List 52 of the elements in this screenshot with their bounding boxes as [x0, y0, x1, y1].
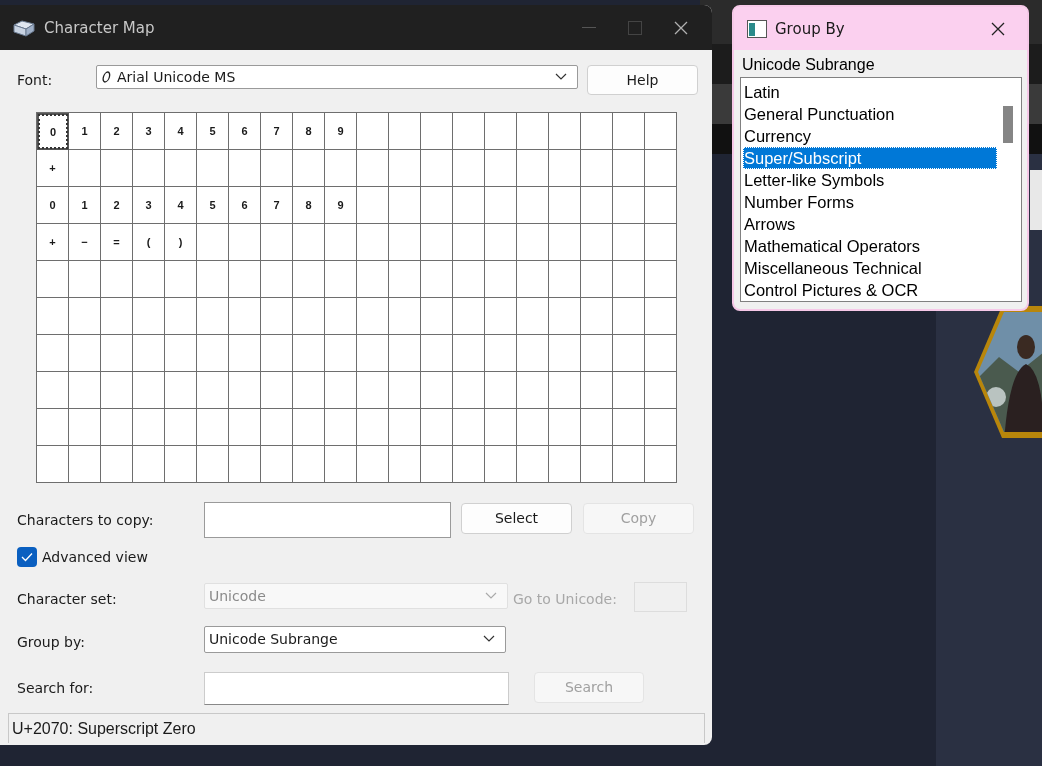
character-set-label: Character set: — [17, 591, 118, 607]
character-cell[interactable]: ) — [165, 224, 197, 261]
list-item[interactable]: Number Forms — [743, 191, 997, 213]
list-heading: Unicode Subrange — [741, 55, 876, 74]
list-item[interactable]: Super/Subscript — [743, 147, 997, 169]
list-item[interactable]: General Punctuation — [743, 103, 997, 125]
character-cell[interactable]: 4 — [165, 187, 197, 224]
character-cell[interactable]: 7 — [261, 187, 293, 224]
character-cell[interactable]: 2 — [101, 187, 133, 224]
character-cell[interactable]: 0 — [37, 187, 69, 224]
advanced-view-label: Advanced view — [42, 549, 148, 565]
go-to-unicode-label: Go to Unicode: — [513, 591, 617, 607]
list-item[interactable]: Miscellaneous Technical — [743, 257, 997, 279]
character-cell[interactable]: 5 — [197, 113, 229, 150]
group-by-label: Group by: — [17, 634, 86, 650]
character-cell[interactable]: 6 — [229, 113, 261, 150]
font-label: Font: — [17, 72, 54, 88]
character-cell[interactable]: 3 — [133, 113, 165, 150]
character-cell[interactable]: 1 — [69, 187, 101, 224]
character-cell[interactable]: 5 — [197, 187, 229, 224]
character-cell[interactable]: ( — [133, 224, 165, 261]
list-item[interactable]: Letter-like Symbols — [743, 169, 997, 191]
character-cell[interactable]: 1 — [69, 113, 101, 150]
character-cell[interactable]: 9 — [325, 187, 357, 224]
character-cell[interactable]: 9 — [325, 113, 357, 150]
character-cell[interactable]: = — [101, 224, 133, 261]
list-item[interactable]: Mathematical Operators — [743, 235, 997, 257]
character-cell[interactable]: 8 — [293, 113, 325, 150]
character-cell[interactable]: 3 — [133, 187, 165, 224]
status-bar: U+2070: Superscript Zero — [8, 713, 705, 743]
character-cell[interactable]: 6 — [229, 187, 261, 224]
action-button[interactable]: Select — [461, 502, 572, 534]
subrange-listbox[interactable]: Latin General Punctuation Currency Super/Subscript Letter-like Symbols Number Forms Arrows Mathematical Operators Miscellaneous Technical Control Pictures & OCR — [740, 77, 1022, 302]
character-cell[interactable]: 4 — [165, 113, 197, 150]
character-cell[interactable]: − — [69, 224, 101, 261]
characters-to-copy-label: Characters to copy: — [17, 512, 155, 528]
list-item[interactable]: Currency — [743, 125, 997, 147]
character-cell[interactable]: 8 — [293, 187, 325, 224]
window-title: Character Map — [44, 18, 156, 37]
character-cell[interactable]: 0 — [37, 113, 69, 150]
list-item[interactable]: Latin — [743, 81, 997, 103]
help-button[interactable]: Help — [587, 65, 698, 95]
character-cell[interactable]: + — [37, 150, 69, 187]
character-cell[interactable]: + — [37, 224, 69, 261]
list-item[interactable]: Control Pictures & OCR — [743, 279, 997, 301]
group-by-dropdown[interactable]: Unicode Subrange — [204, 625, 506, 653]
character-cell[interactable]: 2 — [101, 113, 133, 150]
search-for-label: Search for: — [17, 680, 95, 696]
font-dropdown[interactable]: Arial Unicode MS — [96, 65, 578, 89]
window-title: Group By — [775, 19, 846, 38]
character-cell[interactable]: 7 — [261, 113, 293, 150]
list-item[interactable]: Arrows — [743, 213, 997, 235]
